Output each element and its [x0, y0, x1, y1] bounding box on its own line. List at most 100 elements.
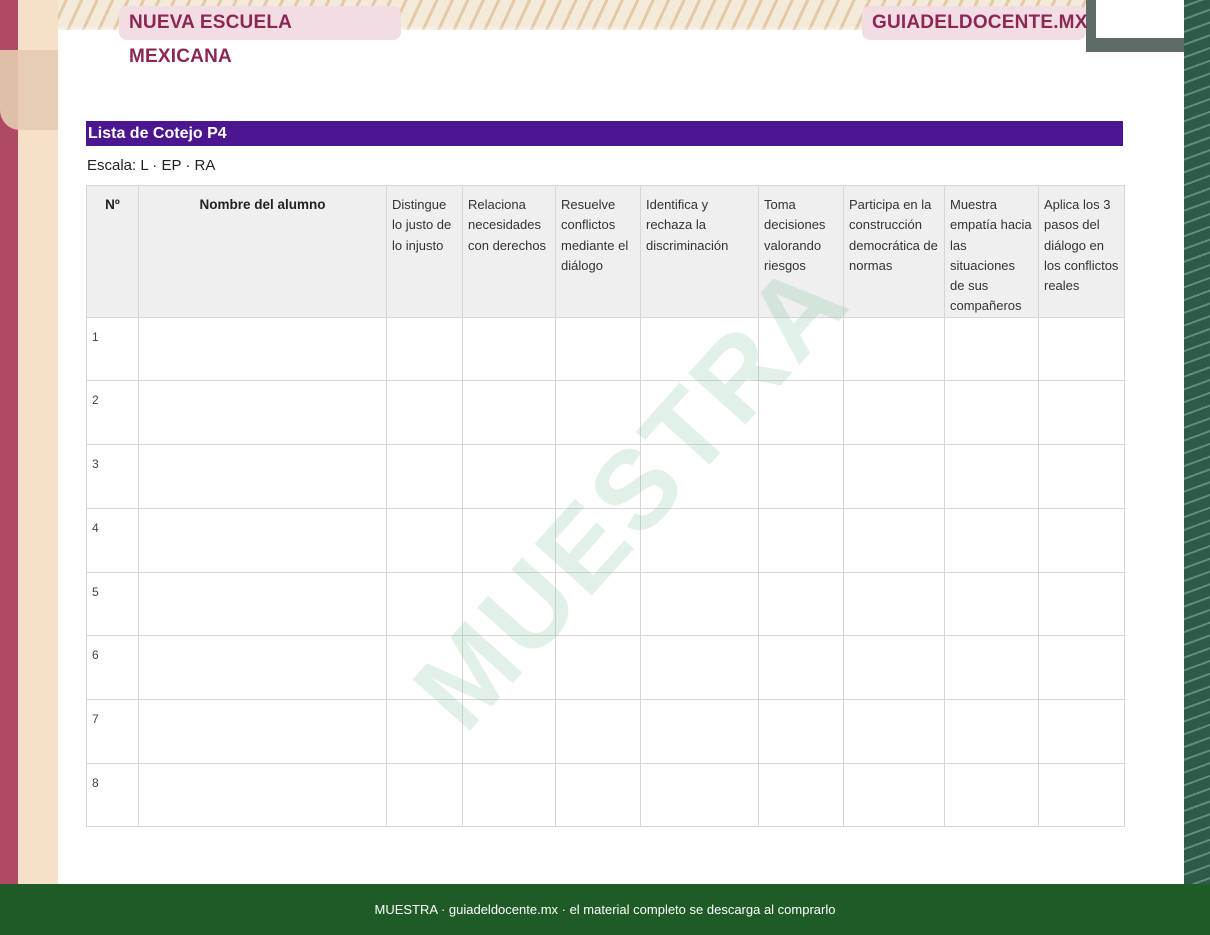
table-row: 6 [86, 635, 1125, 700]
student-name-cell[interactable] [138, 762, 387, 828]
criterion-cell-6[interactable] [843, 380, 945, 446]
criterion-cell-1[interactable] [386, 380, 463, 446]
criterion-cell-7[interactable] [944, 380, 1039, 446]
criterion-cell-7[interactable] [944, 316, 1039, 382]
student-name-cell[interactable] [138, 507, 387, 573]
criterion-cell-8[interactable] [1038, 635, 1125, 700]
header-criterion-6: Participa en la construcción democrática… [843, 185, 945, 318]
criterion-cell-4[interactable] [640, 507, 759, 573]
criterion-cell-4[interactable] [640, 444, 759, 509]
criterion-cell-5[interactable] [758, 571, 844, 637]
criterion-cell-4[interactable] [640, 380, 759, 446]
criterion-cell-5[interactable] [758, 635, 844, 700]
table-row: 8 [86, 762, 1125, 828]
criterion-cell-8[interactable] [1038, 507, 1125, 573]
criterion-cell-5[interactable] [758, 762, 844, 828]
left-decorative-band [18, 0, 58, 884]
criterion-cell-2[interactable] [462, 380, 556, 446]
row-number: 3 [86, 444, 139, 509]
criterion-cell-6[interactable] [843, 762, 945, 828]
criterion-cell-7[interactable] [944, 444, 1039, 509]
criterion-cell-2[interactable] [462, 316, 556, 382]
criterion-cell-3[interactable] [555, 635, 641, 700]
row-number: 7 [86, 698, 139, 764]
criterion-cell-3[interactable] [555, 507, 641, 573]
criterion-cell-7[interactable] [944, 507, 1039, 573]
criterion-cell-6[interactable] [843, 444, 945, 509]
criterion-cell-5[interactable] [758, 444, 844, 509]
criterion-cell-5[interactable] [758, 316, 844, 382]
criterion-cell-6[interactable] [843, 698, 945, 764]
criterion-cell-5[interactable] [758, 507, 844, 573]
table-row: 7 [86, 698, 1125, 764]
student-name-cell[interactable] [138, 698, 387, 764]
criterion-cell-8[interactable] [1038, 444, 1125, 509]
criterion-cell-8[interactable] [1038, 698, 1125, 764]
criterion-cell-2[interactable] [462, 571, 556, 637]
criterion-cell-8[interactable] [1038, 571, 1125, 637]
criterion-cell-1[interactable] [386, 635, 463, 700]
header-criterion-1: Distingue lo justo de lo injusto [386, 185, 463, 318]
criterion-cell-8[interactable] [1038, 762, 1125, 828]
footer-bar: MUESTRA · guiadeldocente.mx · el materia… [0, 884, 1210, 935]
criterion-cell-1[interactable] [386, 316, 463, 382]
criterion-cell-2[interactable] [462, 444, 556, 509]
student-name-cell[interactable] [138, 444, 387, 509]
student-name-cell[interactable] [138, 316, 387, 382]
criterion-cell-2[interactable] [462, 507, 556, 573]
header-student-name: Nombre del alumno [138, 185, 387, 318]
table-row: 4 [86, 507, 1125, 573]
criterion-cell-4[interactable] [640, 316, 759, 382]
criterion-cell-3[interactable] [555, 571, 641, 637]
criterion-cell-6[interactable] [843, 635, 945, 700]
criterion-cell-5[interactable] [758, 380, 844, 446]
criterion-cell-6[interactable] [843, 571, 945, 637]
scale-legend: Escala: L · EP · RA [87, 157, 216, 174]
criterion-cell-1[interactable] [386, 762, 463, 828]
criterion-cell-1[interactable] [386, 507, 463, 573]
criterion-cell-3[interactable] [555, 698, 641, 764]
criterion-cell-8[interactable] [1038, 380, 1125, 446]
criterion-cell-5[interactable] [758, 698, 844, 764]
criterion-cell-1[interactable] [386, 698, 463, 764]
criterion-cell-1[interactable] [386, 571, 463, 637]
criterion-cell-3[interactable] [555, 762, 641, 828]
row-number: 8 [86, 762, 139, 828]
header-criterion-2: Relaciona necesidades con derechos [462, 185, 556, 318]
criterion-cell-2[interactable] [462, 698, 556, 764]
criterion-cell-6[interactable] [843, 316, 945, 382]
header-criterion-7: Muestra empatía hacia las situaciones de… [944, 185, 1039, 318]
section-title: Lista de Cotejo P4 [86, 121, 1123, 146]
criterion-cell-2[interactable] [462, 635, 556, 700]
student-name-cell[interactable] [138, 380, 387, 446]
table-row: 3 [86, 444, 1125, 509]
criterion-cell-7[interactable] [944, 762, 1039, 828]
criterion-cell-3[interactable] [555, 380, 641, 446]
criterion-cell-2[interactable] [462, 762, 556, 828]
criterion-cell-7[interactable] [944, 571, 1039, 637]
criterion-cell-7[interactable] [944, 635, 1039, 700]
criterion-cell-4[interactable] [640, 635, 759, 700]
right-decorative-pattern [1184, 0, 1210, 884]
table-row: 5 [86, 571, 1125, 637]
criterion-cell-8[interactable] [1038, 316, 1125, 382]
header-number: Nº [86, 185, 139, 318]
table-row: 1 [86, 316, 1125, 382]
header-criterion-4: Identifica y rechaza la discriminación [640, 185, 759, 318]
row-number: 5 [86, 571, 139, 637]
table-row: 2 [86, 380, 1125, 446]
row-number: 1 [86, 316, 139, 382]
criterion-cell-4[interactable] [640, 698, 759, 764]
criterion-cell-1[interactable] [386, 444, 463, 509]
student-name-cell[interactable] [138, 571, 387, 637]
header-criterion-3: Resuelve conflictos mediante el diálogo [555, 185, 641, 318]
criterion-cell-6[interactable] [843, 507, 945, 573]
criterion-cell-4[interactable] [640, 762, 759, 828]
criterion-cell-7[interactable] [944, 698, 1039, 764]
criterion-cell-3[interactable] [555, 444, 641, 509]
left-ornament [0, 50, 58, 130]
row-number: 2 [86, 380, 139, 446]
criterion-cell-3[interactable] [555, 316, 641, 382]
criterion-cell-4[interactable] [640, 571, 759, 637]
student-name-cell[interactable] [138, 635, 387, 700]
